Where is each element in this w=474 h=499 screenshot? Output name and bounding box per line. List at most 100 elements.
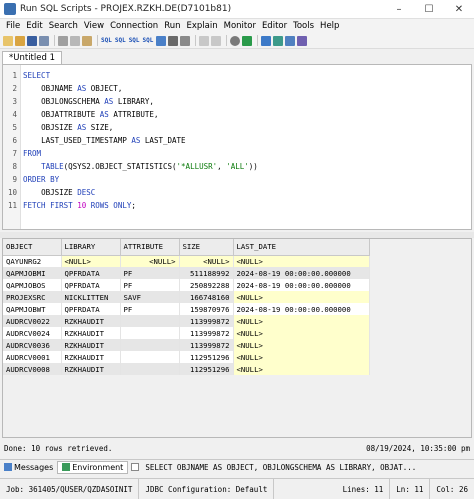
column-header-object[interactable]: OBJECT — [3, 239, 62, 256]
maximize-button[interactable]: ☐ — [414, 0, 444, 19]
run-sql-from-icon[interactable]: SQL — [129, 37, 140, 44]
table-row[interactable]: QAPMJOBWT QPFRDATA PF 159870976 2024-08-… — [3, 303, 370, 315]
cell[interactable]: 112951296 — [179, 351, 234, 363]
explain-icon[interactable] — [168, 35, 179, 46]
run-sql-all-icon[interactable]: SQL — [115, 37, 126, 44]
save-icon[interactable] — [27, 35, 37, 46]
column-header-size[interactable]: SIZE — [179, 239, 234, 256]
tab-environment[interactable]: Environment — [57, 460, 129, 474]
stop-icon[interactable] — [230, 35, 241, 46]
cell[interactable]: AUDRCV0022 — [3, 315, 62, 327]
minimize-button[interactable]: – — [384, 0, 414, 19]
visual-explain-icon[interactable] — [242, 35, 253, 46]
cell[interactable]: RZKHAUDIT — [61, 363, 121, 375]
cell[interactable]: NICKLITTEN — [61, 291, 121, 303]
menu-help[interactable]: Help — [317, 21, 342, 31]
cell[interactable]: <NULL> — [61, 255, 121, 267]
cell[interactable]: PROJEXSRC — [3, 291, 62, 303]
save-as-icon[interactable] — [39, 35, 49, 46]
cut-icon[interactable] — [58, 35, 68, 46]
menu-view[interactable]: View — [81, 21, 107, 31]
cell[interactable]: QAPMJOBOS — [3, 279, 62, 291]
copy-icon[interactable] — [70, 35, 80, 46]
table-row[interactable]: QAYUNRG2 <NULL> <NULL> <NULL> <NULL> — [3, 255, 370, 267]
column-header-library[interactable]: LIBRARY — [61, 239, 121, 256]
paste-icon[interactable] — [82, 35, 92, 46]
menu-run[interactable]: Run — [161, 21, 183, 31]
cell[interactable]: 159870976 — [179, 303, 234, 315]
menu-search[interactable]: Search — [46, 21, 81, 31]
table-row[interactable]: AUDRCV0008 RZKHAUDIT 112951296 <NULL> — [3, 363, 370, 375]
run-sql-selected-icon[interactable]: SQL — [143, 37, 154, 44]
cell[interactable]: PF — [120, 303, 180, 315]
menu-editor[interactable]: Editor — [259, 21, 290, 31]
cell[interactable]: <NULL> — [233, 351, 370, 363]
run-sql-icon[interactable]: SQL — [101, 37, 112, 44]
column-header-attribute[interactable]: ATTRIBUTE — [120, 239, 180, 256]
results-grid[interactable]: OBJECT LIBRARY ATTRIBUTE SIZE LAST_DATE … — [2, 238, 472, 438]
menu-file[interactable]: File — [3, 21, 23, 31]
cell[interactable]: <NULL> — [233, 315, 370, 327]
cell[interactable] — [120, 363, 180, 375]
column-header-last-date[interactable]: LAST_DATE — [233, 239, 370, 256]
monitor-icon[interactable] — [261, 35, 272, 46]
run-icon[interactable] — [156, 35, 167, 46]
plan-cache-icon[interactable] — [273, 35, 284, 46]
cell[interactable]: <NULL> — [233, 327, 370, 339]
cell[interactable]: RZKHAUDIT — [61, 327, 121, 339]
cell[interactable]: QAYUNRG2 — [3, 255, 62, 267]
cell[interactable]: AUDRCV0024 — [3, 327, 62, 339]
cell[interactable] — [120, 339, 180, 351]
cell[interactable]: 2024-08-19 00:00:00.000000 — [233, 267, 370, 279]
undo-icon[interactable] — [199, 35, 210, 46]
cell[interactable]: SAVF — [120, 291, 180, 303]
table-row[interactable]: PROJEXSRC NICKLITTEN SAVF 166748160 <NUL… — [3, 291, 370, 303]
close-button[interactable]: ✕ — [444, 0, 474, 19]
cell[interactable]: 511188992 — [179, 267, 234, 279]
cell[interactable]: 2024-08-19 00:00:00.000000 — [233, 303, 370, 315]
format-icon[interactable] — [180, 35, 191, 46]
table-row[interactable]: AUDRCV0036 RZKHAUDIT 113999872 <NULL> — [3, 339, 370, 351]
cell[interactable]: <NULL> — [179, 255, 234, 267]
tab-messages[interactable]: Messages — [0, 461, 57, 474]
cell[interactable]: 113999872 — [179, 315, 234, 327]
cell[interactable]: 112951296 — [179, 363, 234, 375]
cell[interactable]: QAPMJOBMI — [3, 267, 62, 279]
cell[interactable]: AUDRCV0008 — [3, 363, 62, 375]
cell[interactable] — [120, 327, 180, 339]
cell[interactable]: QPFRDATA — [61, 279, 121, 291]
cell[interactable]: RZKHAUDIT — [61, 315, 121, 327]
table-row[interactable]: QAPMJOBOS QPFRDATA PF 250892288 2024-08-… — [3, 279, 370, 291]
cell[interactable]: PF — [120, 279, 180, 291]
cell[interactable]: <NULL> — [120, 255, 180, 267]
cell[interactable]: <NULL> — [233, 339, 370, 351]
cell[interactable]: 113999872 — [179, 327, 234, 339]
cell[interactable]: <NULL> — [233, 363, 370, 375]
index-advisor-icon[interactable] — [297, 35, 308, 46]
menu-edit[interactable]: Edit — [23, 21, 45, 31]
open-folder-icon[interactable] — [15, 35, 25, 46]
cell[interactable]: QPFRDATA — [61, 267, 121, 279]
cell[interactable]: 166748160 — [179, 291, 234, 303]
tab-untitled-1[interactable]: *Untitled 1 — [2, 51, 62, 64]
cell[interactable]: AUDRCV0036 — [3, 339, 62, 351]
cell[interactable]: RZKHAUDIT — [61, 351, 121, 363]
cell[interactable] — [120, 315, 180, 327]
cell[interactable]: RZKHAUDIT — [61, 339, 121, 351]
cell[interactable]: QAPMJOBWT — [3, 303, 62, 315]
cell[interactable] — [120, 351, 180, 363]
cell[interactable]: 2024-08-19 00:00:00.000000 — [233, 279, 370, 291]
cell[interactable]: 113999872 — [179, 339, 234, 351]
menu-tools[interactable]: Tools — [290, 21, 317, 31]
cell[interactable]: AUDRCV0001 — [3, 351, 62, 363]
new-file-icon[interactable] — [3, 35, 13, 46]
statement-preview[interactable]: SELECT OBJNAME AS OBJECT, OBJLONGSCHEMA … — [145, 463, 474, 472]
table-row[interactable]: QAPMJOBMI QPFRDATA PF 511188992 2024-08-… — [3, 267, 370, 279]
menu-connection[interactable]: Connection — [107, 21, 161, 31]
cell[interactable]: <NULL> — [233, 255, 370, 267]
sql-editor[interactable]: 1 2 3 4 5 6 7 8 9 10 11 SELECT OBJNAME A… — [2, 64, 472, 230]
performance-icon[interactable] — [285, 35, 296, 46]
table-row[interactable]: AUDRCV0024 RZKHAUDIT 113999872 <NULL> — [3, 327, 370, 339]
menu-explain[interactable]: Explain — [184, 21, 221, 31]
cell[interactable]: 250892288 — [179, 279, 234, 291]
